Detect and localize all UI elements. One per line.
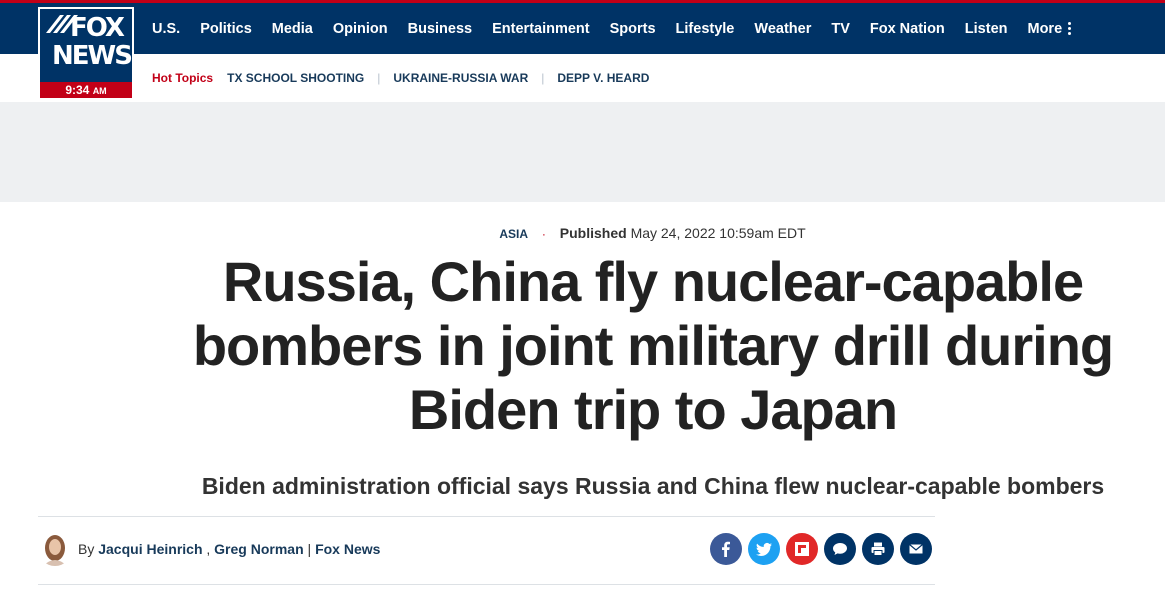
nav-tv[interactable]: TV <box>821 21 860 37</box>
flipboard-icon <box>795 542 809 556</box>
article-headline: Russia, China fly nuclear-capable bomber… <box>192 250 1114 441</box>
nav-fox-nation[interactable]: Fox Nation <box>860 21 955 37</box>
share-twitter-button[interactable] <box>748 533 780 565</box>
nav-politics[interactable]: Politics <box>190 21 262 37</box>
author-link-jacqui-heinrich[interactable]: Jacqui Heinrich <box>98 541 202 557</box>
hot-topics-bar: Hot Topics TX SCHOOL SHOOTING | UKRAINE-… <box>0 54 1165 102</box>
author-link-greg-norman[interactable]: Greg Norman <box>214 541 303 557</box>
hot-topics: Hot Topics TX SCHOOL SHOOTING | UKRAINE-… <box>152 54 649 102</box>
share-flipboard-button[interactable] <box>786 533 818 565</box>
outlet-link[interactable]: Fox News <box>315 541 380 557</box>
fox-news-logo[interactable]: FOX NEWS 9:34 AM <box>38 7 134 100</box>
share-email-button[interactable] <box>900 533 932 565</box>
hot-topic-ukraine-russia-war[interactable]: UKRAINE-RUSSIA WAR <box>393 71 528 85</box>
nav-more-button[interactable]: More <box>1018 21 1082 37</box>
hot-topic-divider: | <box>541 71 545 85</box>
twitter-icon <box>756 542 772 556</box>
email-icon <box>909 544 923 554</box>
hot-topics-label: Hot Topics <box>152 71 214 85</box>
facebook-icon <box>722 541 730 557</box>
logo-news-text: NEWS <box>52 41 132 71</box>
byline-prefix: By <box>78 541 95 557</box>
share-print-button[interactable] <box>862 533 894 565</box>
article-eyebrow[interactable]: ASIA <box>499 227 528 241</box>
print-icon <box>871 542 885 556</box>
logo-fox-text: FOX <box>70 13 125 43</box>
share-facebook-button[interactable] <box>710 533 742 565</box>
hot-topic-depp-v-heard[interactable]: DEPP V. HEARD <box>557 71 649 85</box>
share-buttons <box>710 533 932 565</box>
nav-opinion[interactable]: Opinion <box>323 21 398 37</box>
article-meta: ASIA · Published May 24, 2022 10:59am ED… <box>0 225 1165 241</box>
nav-media[interactable]: Media <box>262 21 323 37</box>
nav-business[interactable]: Business <box>398 21 482 37</box>
comment-icon <box>833 543 847 555</box>
share-comments-button[interactable] <box>824 533 856 565</box>
published-date: May 24, 2022 10:59am EDT <box>630 225 806 241</box>
nav-more-label: More <box>1027 20 1063 37</box>
meta-separator-dot: · <box>541 227 546 241</box>
kebab-menu-icon <box>1068 22 1072 35</box>
author-avatar[interactable] <box>38 532 72 566</box>
byline-comma: , <box>206 541 211 557</box>
nav-us[interactable]: U.S. <box>142 21 190 37</box>
byline: By Jacqui Heinrich , Greg Norman | Fox N… <box>78 541 380 557</box>
clock-time: 9:34 <box>65 83 90 97</box>
clock-ampm: AM <box>92 86 107 96</box>
byline-row: By Jacqui Heinrich , Greg Norman | Fox N… <box>38 516 935 585</box>
nav-entertainment[interactable]: Entertainment <box>482 21 600 37</box>
nav-listen[interactable]: Listen <box>955 21 1018 37</box>
main-navbar: U.S. Politics Media Opinion Business Ent… <box>0 3 1165 54</box>
logo-clock: 9:34 AM <box>40 82 132 98</box>
nav-lifestyle[interactable]: Lifestyle <box>666 21 745 37</box>
byline-divider: | <box>307 541 312 557</box>
published-label: Published <box>559 225 627 241</box>
nav-sports[interactable]: Sports <box>600 21 666 37</box>
hot-topic-divider: | <box>377 71 381 85</box>
nav-weather[interactable]: Weather <box>744 21 821 37</box>
author-avatar-image <box>38 532 72 566</box>
main-nav: U.S. Politics Media Opinion Business Ent… <box>142 3 1081 54</box>
article-subhead: Biden administration official says Russi… <box>201 473 1105 499</box>
hot-topic-tx-school-shooting[interactable]: TX SCHOOL SHOOTING <box>227 71 364 85</box>
ad-placeholder <box>0 102 1165 202</box>
